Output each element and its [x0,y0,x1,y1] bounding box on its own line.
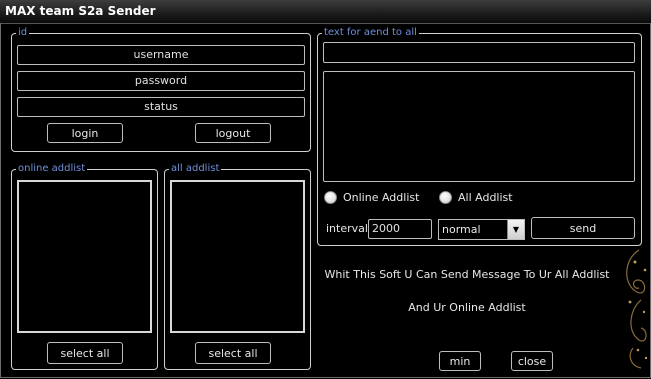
online-addlist-legend: online addlist [18,163,86,174]
status-field: status [17,97,305,117]
id-group-legend: id [18,27,28,38]
close-button[interactable]: close [511,351,553,371]
radio-online-label: Online Addlist [343,191,420,204]
message-textarea[interactable] [323,71,635,182]
logout-button[interactable]: logout [195,123,271,143]
radio-online-indicator[interactable] [324,191,337,204]
title-bar[interactable]: MAX team S2a Sender [0,0,651,24]
all-addlist-listbox[interactable] [170,180,305,333]
priority-select-value: normal [442,223,481,236]
radio-all-addlist[interactable]: All Addlist [439,191,513,204]
password-field[interactable]: password [17,71,305,91]
online-addlist-listbox[interactable] [17,180,152,333]
send-text-legend: text for aend to all [324,27,417,38]
ornament-swirl-icon [626,249,648,369]
all-addlist-legend: all addlist [171,163,220,174]
min-button[interactable]: min [439,351,481,371]
interval-input[interactable]: 2000 [368,219,432,239]
radio-all-indicator[interactable] [439,191,452,204]
all-select-all-button[interactable]: select all [195,342,271,364]
username-field[interactable]: username [17,45,305,65]
info-line-2: And Ur Online Addlist [408,301,526,314]
window-title: MAX team S2a Sender [5,4,156,18]
online-select-all-button[interactable]: select all [47,342,123,364]
send-button[interactable]: send [531,217,635,239]
radio-online-addlist[interactable]: Online Addlist [324,191,419,204]
priority-select[interactable]: normal ▼ [438,219,525,240]
radio-all-label: All Addlist [458,191,513,204]
chevron-down-icon[interactable]: ▼ [507,220,524,239]
message-single-line-input[interactable] [323,42,635,63]
login-button[interactable]: login [47,123,123,143]
info-line-1: Whit This Soft U Can Send Message To Ur … [324,268,610,281]
